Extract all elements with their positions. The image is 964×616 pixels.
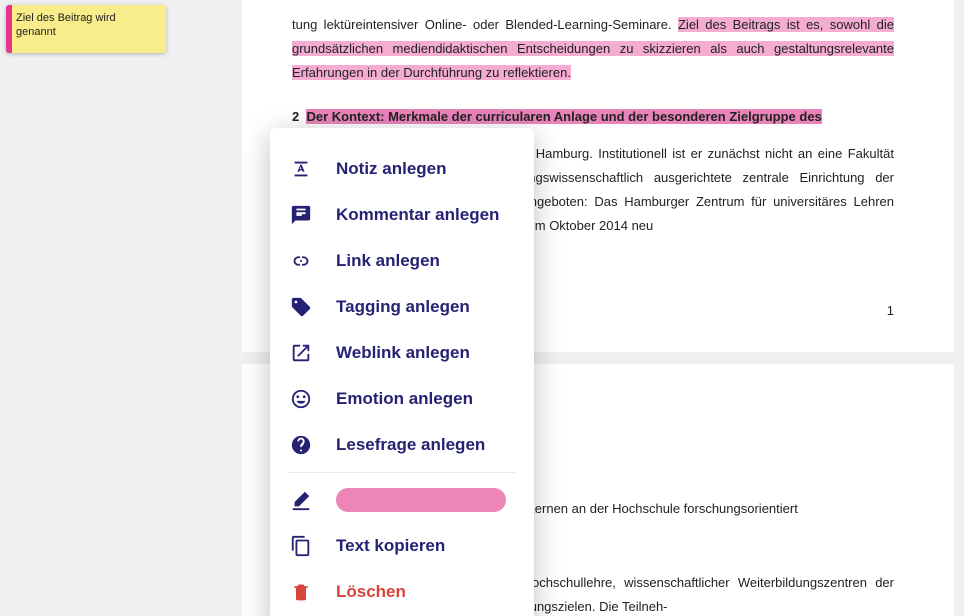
trash-icon bbox=[290, 581, 312, 603]
menu-label: Emotion anlegen bbox=[336, 389, 473, 409]
external-link-icon bbox=[290, 342, 312, 364]
menu-item-highlight-color[interactable] bbox=[270, 477, 534, 523]
menu-item-note[interactable]: Notiz anlegen bbox=[270, 146, 534, 192]
highlighted-heading[interactable]: Der Kontext: Merkmale der curricularen A… bbox=[306, 109, 821, 124]
menu-label: Lesefrage anlegen bbox=[336, 435, 485, 455]
menu-item-question[interactable]: Lesefrage anlegen bbox=[270, 422, 534, 468]
app-viewport: Ziel des Beitrag wird genannt tung lektü… bbox=[0, 0, 964, 616]
section-number: 2 bbox=[292, 109, 299, 124]
section-heading: 2 Der Kontext: Merkmale der curricularen… bbox=[292, 105, 894, 129]
link-icon bbox=[290, 250, 312, 272]
menu-label: Text kopieren bbox=[336, 536, 445, 556]
menu-label: Weblink anlegen bbox=[336, 343, 470, 363]
tag-icon bbox=[290, 296, 312, 318]
menu-item-delete[interactable]: Löschen bbox=[270, 569, 534, 615]
highlight-icon bbox=[290, 489, 312, 511]
menu-item-tagging[interactable]: Tagging anlegen bbox=[270, 284, 534, 330]
question-icon bbox=[290, 434, 312, 456]
menu-label: Kommentar anlegen bbox=[336, 205, 499, 225]
menu-label: Löschen bbox=[336, 582, 406, 602]
menu-label: Notiz anlegen bbox=[336, 159, 447, 179]
sticky-note-accent bbox=[6, 5, 12, 53]
menu-item-copy[interactable]: Text kopieren bbox=[270, 523, 534, 569]
menu-label: Tagging anlegen bbox=[336, 297, 470, 317]
sticky-note-text: Ziel des Beitrag wird genannt bbox=[16, 12, 116, 38]
context-menu: Notiz anlegen Kommentar anlegen Link anl… bbox=[270, 128, 534, 616]
paragraph: tung lektüreintensiver Online- oder Blen… bbox=[292, 13, 894, 85]
menu-item-emotion[interactable]: Emotion anlegen bbox=[270, 376, 534, 422]
color-swatch[interactable] bbox=[336, 488, 506, 512]
menu-item-weblink[interactable]: Weblink anlegen bbox=[270, 330, 534, 376]
menu-separator bbox=[288, 472, 516, 473]
note-icon bbox=[290, 158, 312, 180]
paragraph-text: tung lektüreintensiver Online- oder Blen… bbox=[292, 17, 678, 32]
comment-icon bbox=[290, 204, 312, 226]
smile-icon bbox=[290, 388, 312, 410]
sticky-note[interactable]: Ziel des Beitrag wird genannt bbox=[6, 5, 166, 53]
copy-icon bbox=[290, 535, 312, 557]
page-number: 1 bbox=[887, 303, 894, 318]
menu-label: Link anlegen bbox=[336, 251, 440, 271]
menu-item-comment[interactable]: Kommentar anlegen bbox=[270, 192, 534, 238]
annotation-sidebar: Ziel des Beitrag wird genannt bbox=[0, 0, 220, 616]
menu-item-link[interactable]: Link anlegen bbox=[270, 238, 534, 284]
